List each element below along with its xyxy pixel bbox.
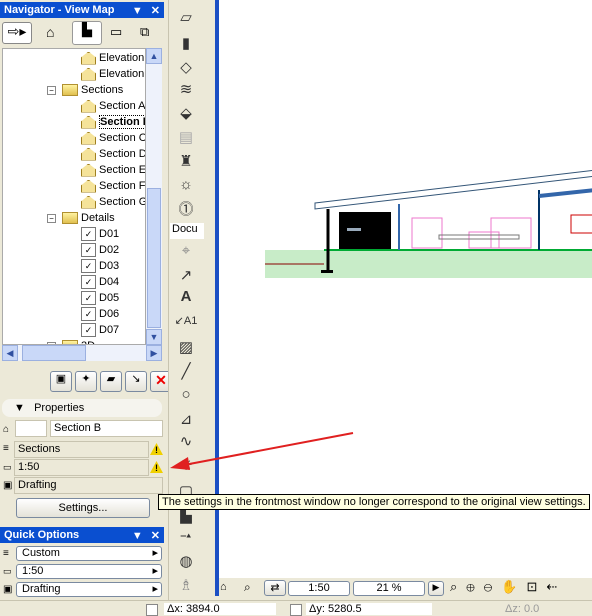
warning-tooltip: The settings in the frontmost window no … [158, 494, 590, 510]
annotation-arrow [170, 432, 354, 470]
